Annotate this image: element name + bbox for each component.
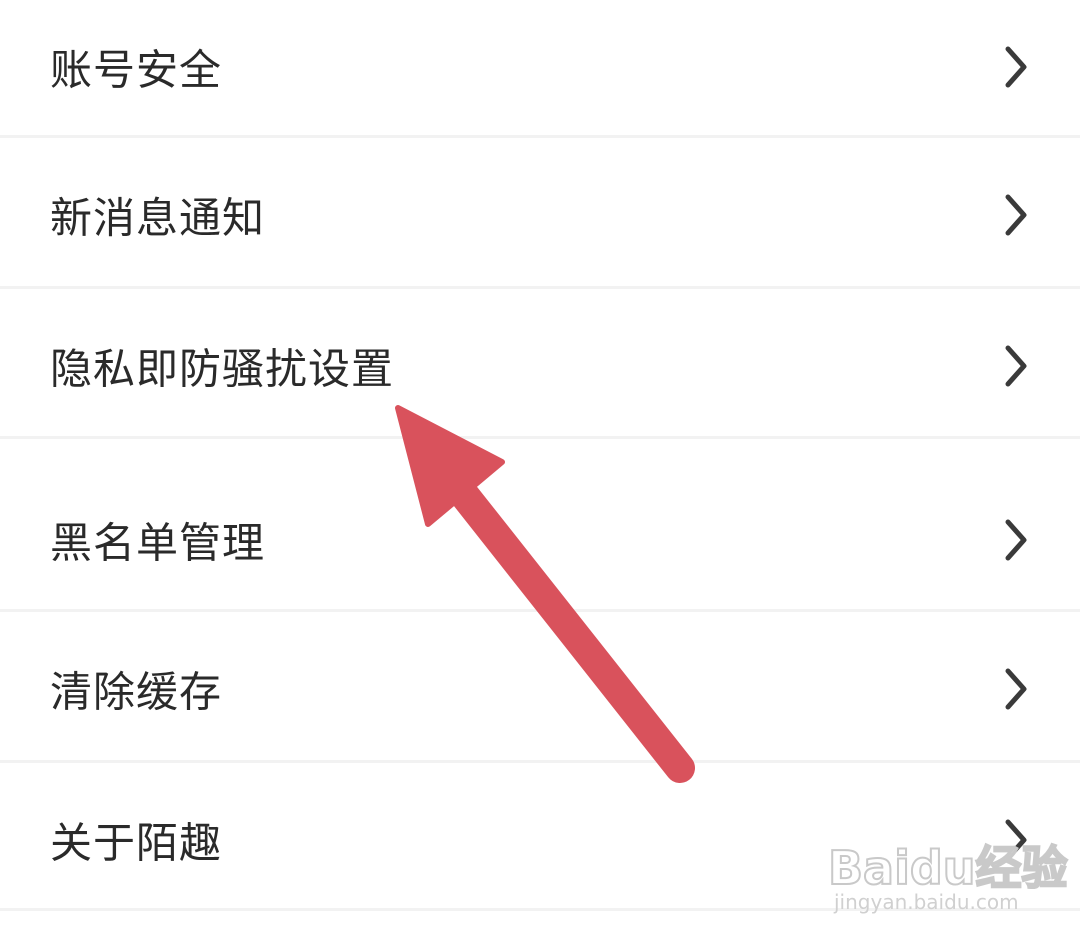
divider bbox=[0, 286, 1080, 289]
chevron-right-icon bbox=[1005, 345, 1027, 387]
chevron-right-icon bbox=[1005, 194, 1027, 236]
settings-item-new-message-notification[interactable]: 新消息通知 bbox=[0, 150, 1080, 280]
settings-item-label: 新消息通知 bbox=[50, 193, 266, 243]
chevron-right-icon bbox=[1005, 46, 1027, 88]
settings-item-account-security[interactable]: 账号安全 bbox=[0, 2, 1080, 132]
divider bbox=[0, 135, 1080, 138]
settings-item-label: 隐私即防骚扰设置 bbox=[50, 344, 395, 394]
settings-item-about[interactable]: 关于陌趣 bbox=[0, 775, 1080, 905]
divider bbox=[0, 609, 1080, 612]
chevron-right-icon bbox=[1005, 519, 1027, 561]
settings-item-clear-cache[interactable]: 清除缓存 bbox=[0, 624, 1080, 754]
settings-item-label: 账号安全 bbox=[50, 45, 223, 95]
divider bbox=[0, 760, 1080, 763]
divider bbox=[0, 908, 1080, 911]
settings-list: 账号安全 新消息通知 隐私即防骚扰设置 黑名单管理 清除缓存 关于陌趣 bbox=[0, 0, 1080, 940]
settings-item-privacy[interactable]: 隐私即防骚扰设置 bbox=[0, 301, 1080, 431]
chevron-right-icon bbox=[1005, 819, 1027, 861]
settings-item-label: 关于陌趣 bbox=[50, 818, 223, 868]
divider bbox=[0, 436, 1080, 439]
settings-item-blacklist[interactable]: 黑名单管理 bbox=[0, 475, 1080, 605]
chevron-right-icon bbox=[1005, 668, 1027, 710]
settings-item-label: 黑名单管理 bbox=[50, 518, 266, 568]
settings-item-label: 清除缓存 bbox=[50, 667, 223, 717]
